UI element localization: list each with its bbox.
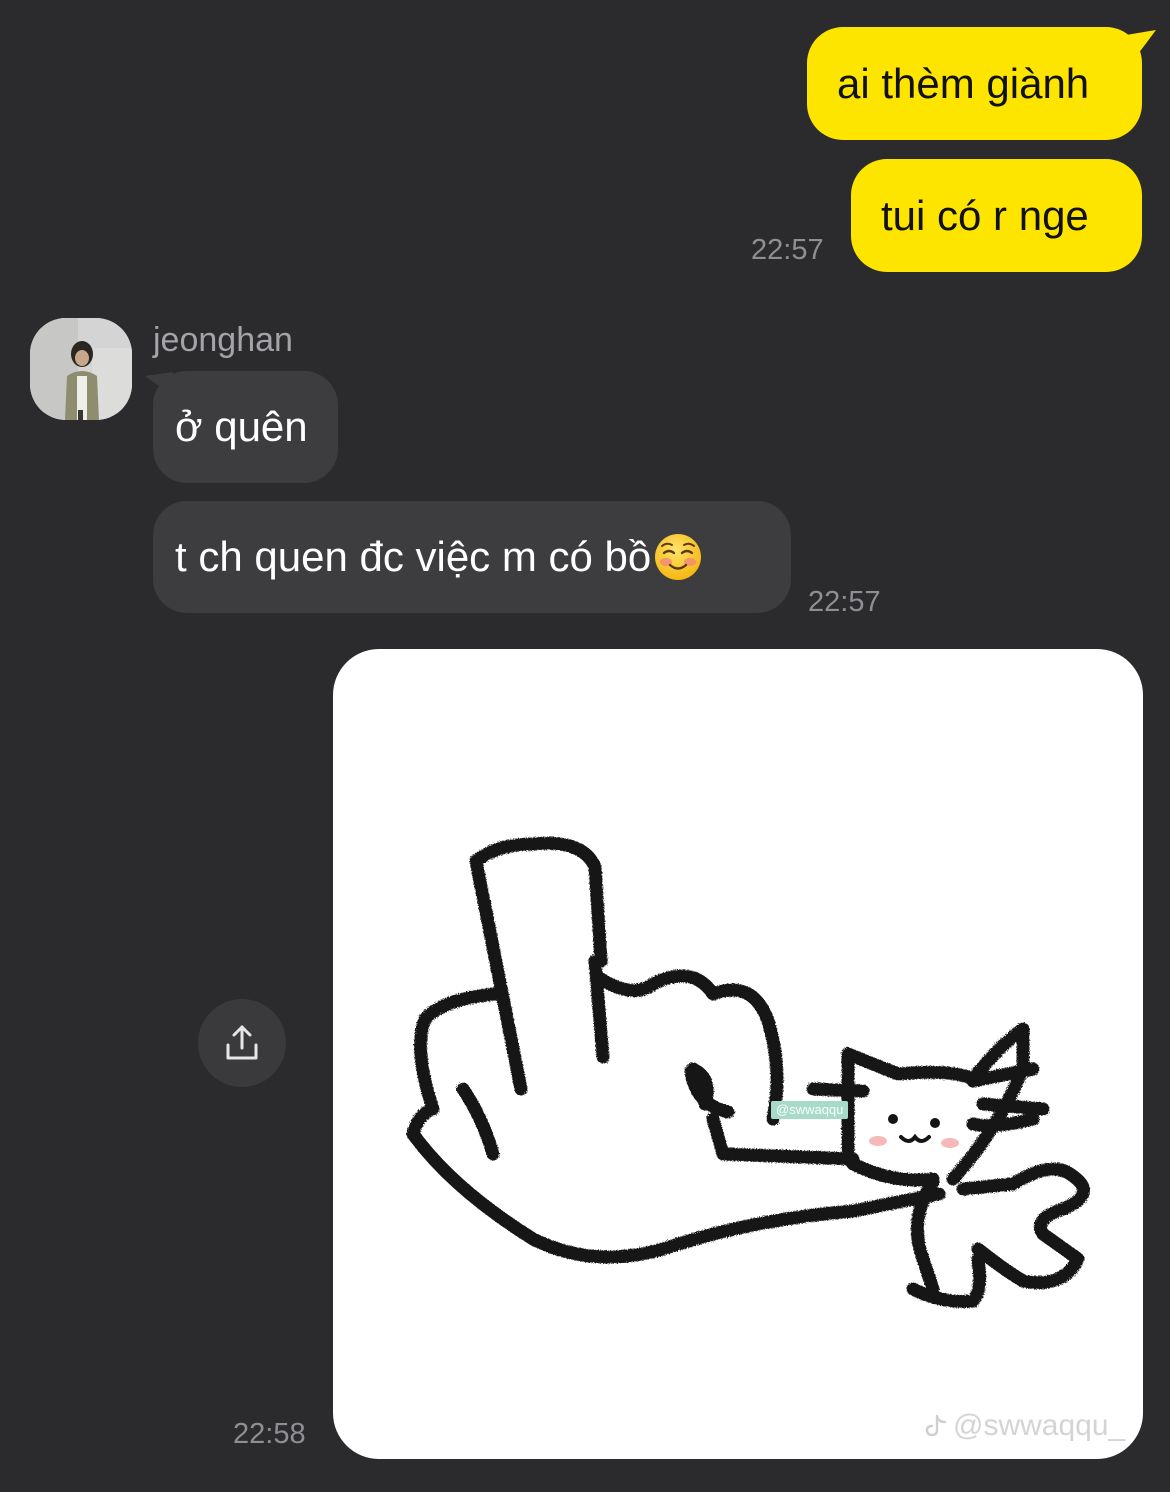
sender-avatar[interactable] <box>30 318 132 420</box>
incoming-message-1-text: ở quên <box>175 403 308 450</box>
share-button[interactable] <box>198 999 286 1087</box>
sender-name: jeonghan <box>153 321 293 359</box>
smiling-face-icon <box>655 534 702 580</box>
incoming-message-2[interactable]: t ch quen đc việc m có bồ <box>153 501 791 613</box>
bubble-tail <box>1120 30 1156 62</box>
watermark-text: @swwaqqu_ <box>953 1409 1126 1442</box>
avatar-photo <box>30 318 132 420</box>
tiktok-icon <box>925 1414 947 1437</box>
image-watermark: @swwaqqu_ <box>923 1411 1125 1441</box>
incoming-message-2-text: t ch quen đc việc m có bồ <box>175 533 652 580</box>
outgoing-message-2[interactable]: tui có r nge <box>851 159 1142 272</box>
share-icon <box>226 1025 258 1060</box>
incoming-message-1[interactable]: ở quên <box>153 371 338 483</box>
outgoing-message-1-text: ai thèm giành <box>837 59 1090 107</box>
outgoing-message-2-text: tui có r nge <box>881 191 1089 239</box>
image-message[interactable]: @swwaqqu @swwaqqu_ <box>333 649 1143 1459</box>
outgoing-timestamp: 22:57 <box>751 234 824 266</box>
image-timestamp: 22:58 <box>233 1418 306 1450</box>
cat-drawing-image <box>406 836 1090 1308</box>
image-tag: @swwaqqu <box>771 1101 849 1119</box>
incoming-timestamp: 22:57 <box>808 586 881 618</box>
outgoing-message-1[interactable]: ai thèm giành <box>807 27 1142 140</box>
